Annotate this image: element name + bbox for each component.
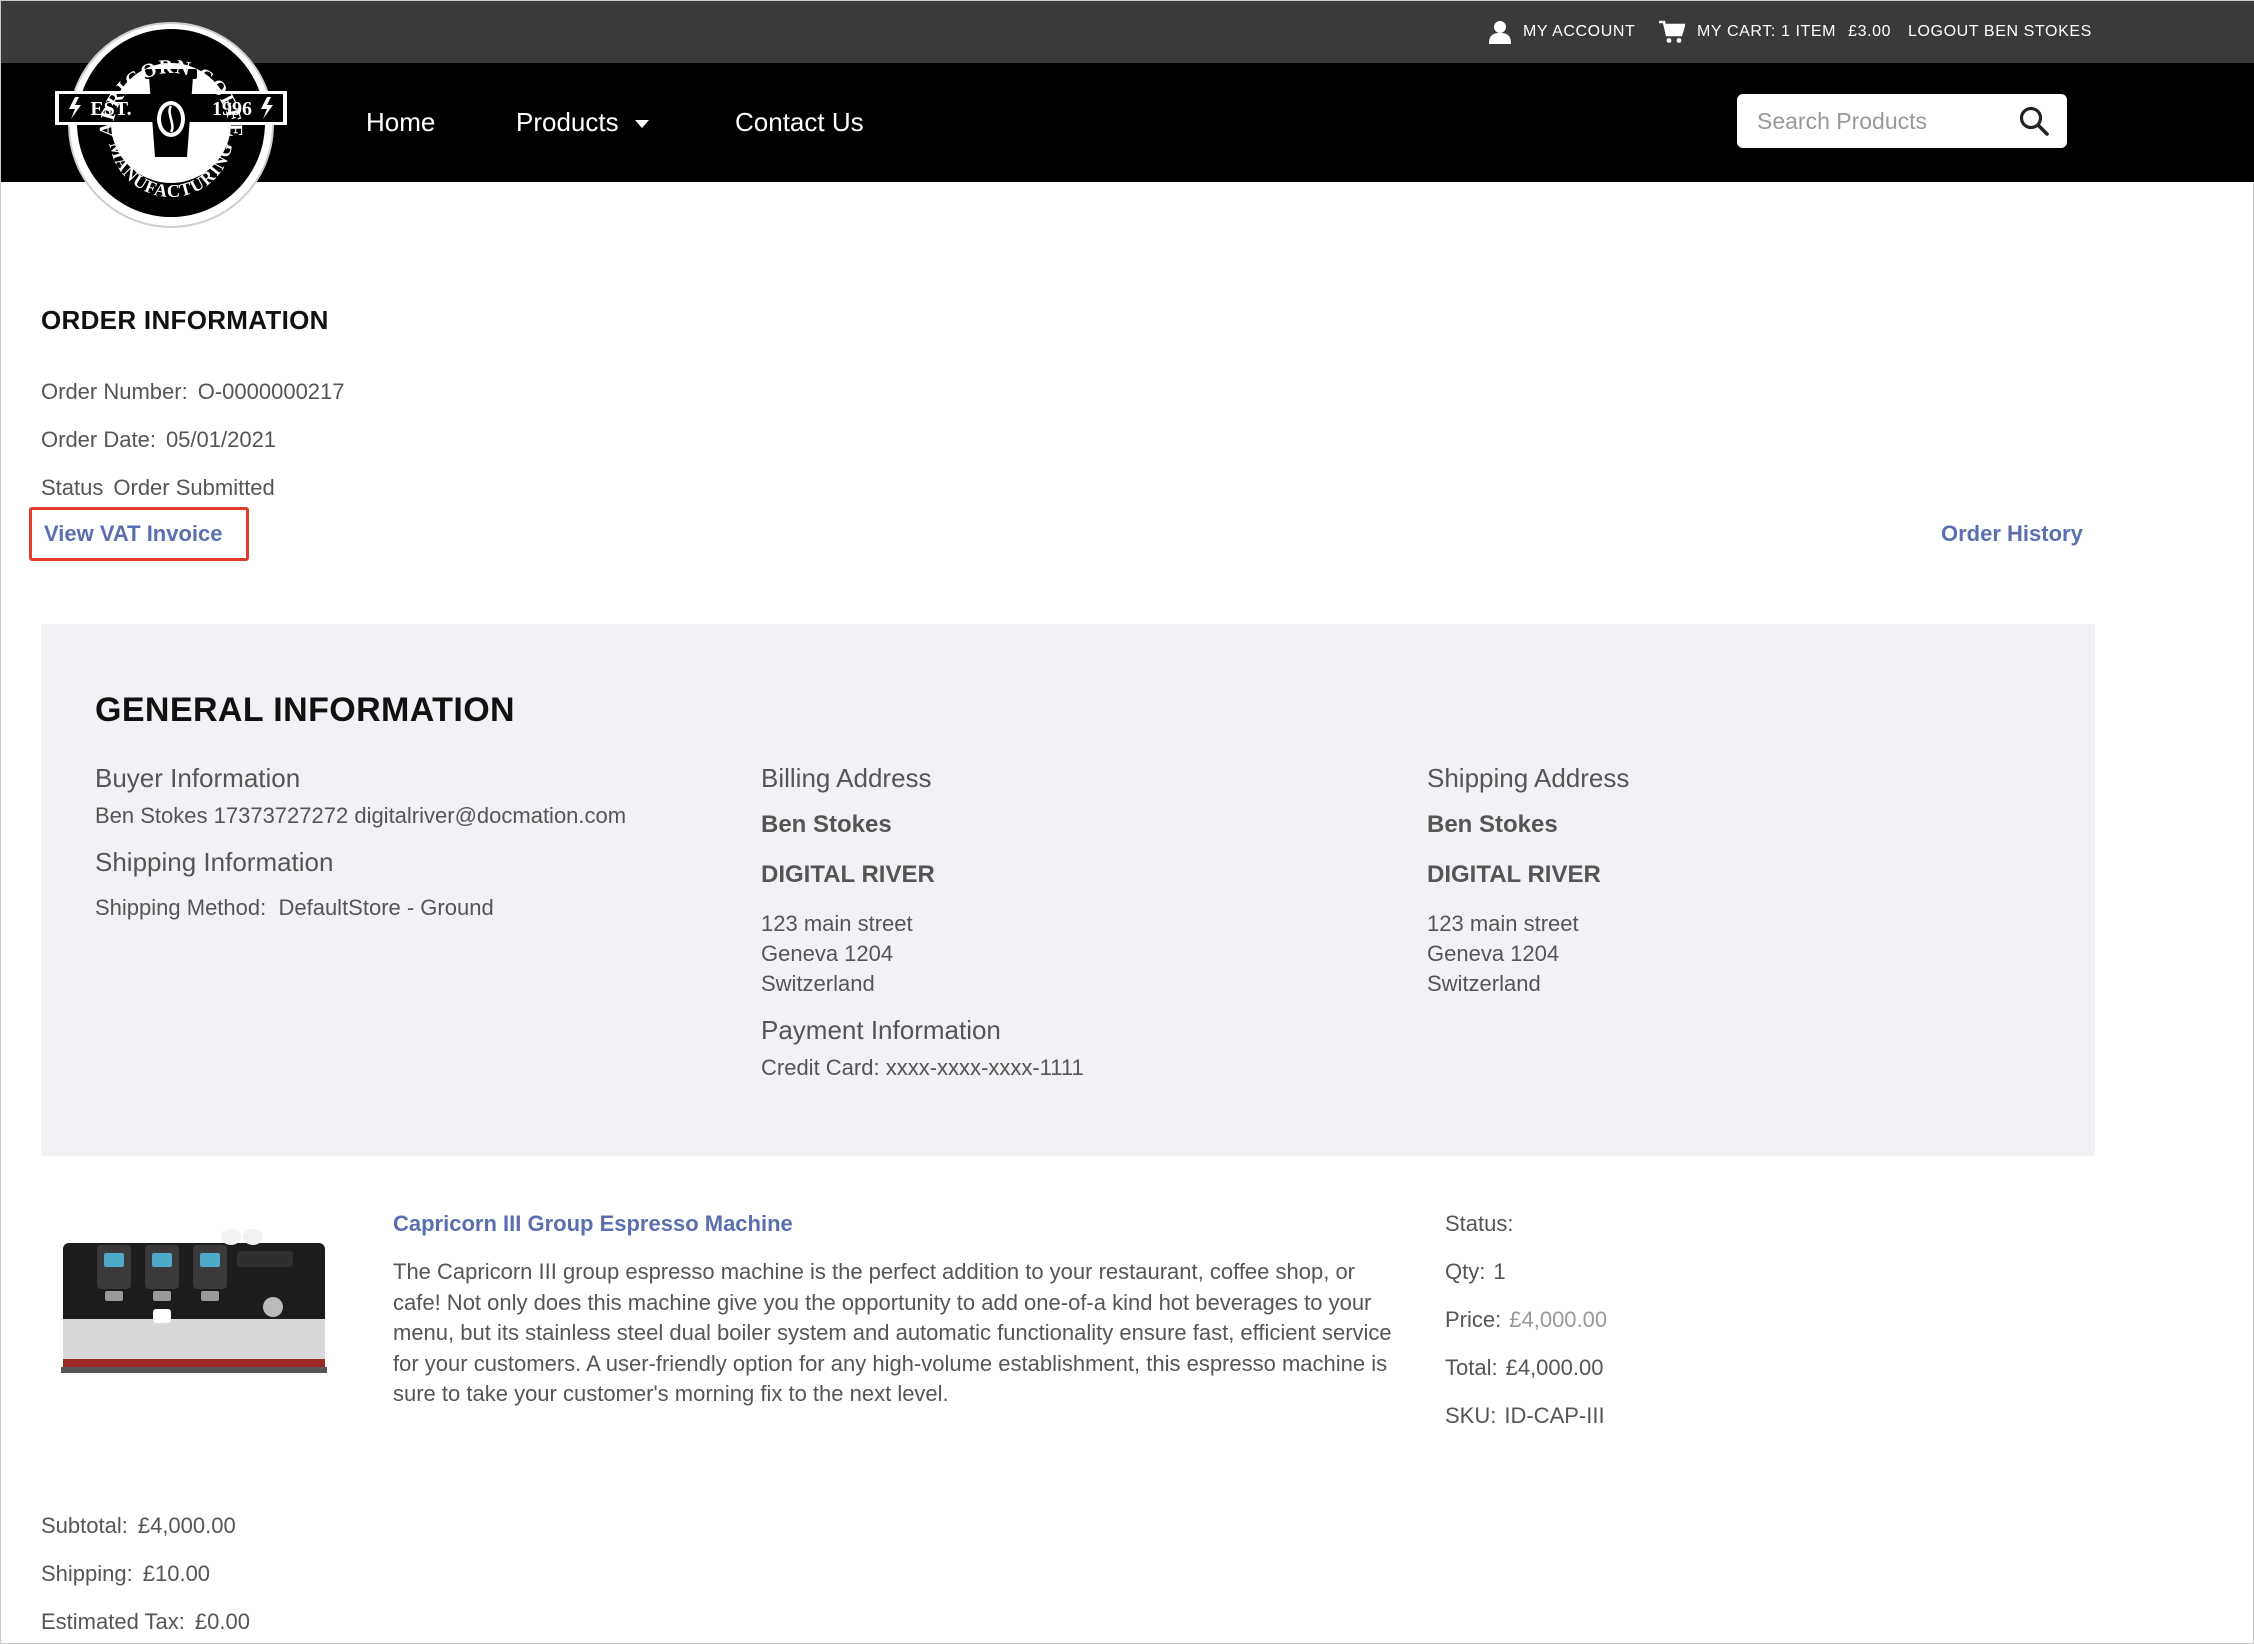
cart-label: MY CART: 1 ITEM — [1697, 23, 1837, 40]
search-icon[interactable] — [2019, 106, 2049, 136]
espresso-machine-image[interactable] — [41, 1209, 341, 1391]
payment-card: Credit Card: xxxx-xxxx-xxxx-1111 — [761, 1055, 1084, 1080]
capricorn-coffee-logo[interactable]: EST. 1996 CAPRICORN COFFEE MANUFACTURING — [39, 7, 303, 239]
order-history-link[interactable]: Order History — [1941, 521, 2083, 547]
shipping-company: DIGITAL RIVER — [1427, 861, 1601, 888]
logout-link[interactable]: LOGOUT BEN STOKES — [1908, 1, 2092, 63]
shipping-method: Shipping Method: DefaultStore - Ground — [95, 895, 494, 921]
product-total-label: Total: — [1445, 1355, 1498, 1380]
product-price-value: £4,000.00 — [1509, 1307, 1608, 1332]
product-description: The Capricorn III group espresso machine… — [393, 1259, 1392, 1406]
search-input[interactable] — [1757, 107, 2007, 135]
order-date-row: Order Date: 05/01/2021 — [41, 427, 276, 453]
estimated-tax-value: £0.00 — [194, 1609, 250, 1634]
billing-city: Geneva 1204 — [761, 941, 894, 966]
nav-home[interactable]: Home — [366, 63, 435, 182]
view-vat-invoice-link[interactable]: View VAT Invoice — [44, 521, 223, 547]
product-total-value: £4,000.00 — [1505, 1355, 1604, 1380]
order-number-value: O-0000000217 — [197, 379, 345, 404]
shipping-address-heading: Shipping Address — [1427, 763, 1630, 793]
product-sku-label: SKU: — [1445, 1403, 1497, 1428]
general-information-heading: GENERAL INFORMATION — [95, 691, 515, 729]
view-vat-invoice-highlight: View VAT Invoice — [29, 507, 249, 561]
subtotal-label: Subtotal: — [41, 1513, 128, 1538]
buyer-information-heading: Buyer Information — [95, 763, 301, 793]
shipping-city: Geneva 1204 — [1427, 941, 1560, 966]
product-total-row: Total: £4,000.00 — [1445, 1355, 1603, 1381]
order-number-label: Order Number: — [41, 379, 188, 404]
order-number-row: Order Number: O-0000000217 — [41, 379, 345, 405]
estimated-tax-row: Estimated Tax: £0.00 — [41, 1609, 250, 1635]
my-account-label: MY ACCOUNT — [1523, 23, 1636, 40]
product-sku-value: ID-CAP-III — [1504, 1403, 1605, 1428]
caret-down-icon — [634, 120, 649, 128]
my-account-link[interactable]: MY ACCOUNT — [1489, 1, 1635, 63]
order-status-value: Order Submitted — [113, 475, 275, 500]
billing-company: DIGITAL RIVER — [761, 861, 935, 888]
shipping-cost-value: £10.00 — [142, 1561, 211, 1586]
billing-address-heading: Billing Address — [761, 763, 932, 793]
buyer-details: Ben Stokes 17373727272 digitalriver@docm… — [95, 803, 627, 828]
cart-icon — [1659, 20, 1685, 43]
shipping-cost-row: Shipping: £10.00 — [41, 1561, 210, 1587]
shipping-method-value: DefaultStore - Ground — [278, 895, 494, 920]
billing-country: Switzerland — [761, 971, 875, 996]
nav-products[interactable]: Products — [516, 63, 649, 182]
shipping-country: Switzerland — [1427, 971, 1541, 996]
billing-name: Ben Stokes — [761, 811, 892, 838]
order-status-row: Status Order Submitted — [41, 475, 275, 501]
estimated-tax-label: Estimated Tax: — [41, 1609, 185, 1634]
shipping-street: 123 main street — [1427, 911, 1579, 936]
product-qty-row: Qty: 1 — [1445, 1259, 1506, 1285]
order-status-label: Status — [41, 475, 104, 500]
subtotal-value: £4,000.00 — [137, 1513, 236, 1538]
order-date-label: Order Date: — [41, 427, 156, 452]
order-date-value: 05/01/2021 — [165, 427, 277, 452]
my-cart-link[interactable]: MY CART: 1 ITEM £3.00 — [1659, 1, 1891, 63]
shipping-information-heading: Shipping Information — [95, 847, 334, 877]
nav-contact[interactable]: Contact Us — [735, 63, 864, 182]
payment-information-heading: Payment Information — [761, 1015, 1001, 1045]
nav-products-label: Products — [516, 107, 619, 137]
product-price-row: Price: £4,000.00 — [1445, 1307, 1607, 1333]
shipping-cost-label: Shipping: — [41, 1561, 133, 1586]
user-icon — [1489, 21, 1511, 44]
product-title-link[interactable]: Capricorn III Group Espresso Machine — [393, 1211, 793, 1237]
product-status-label: Status: — [1445, 1211, 1514, 1236]
product-price-label: Price: — [1445, 1307, 1502, 1332]
cart-total: £3.00 — [1848, 23, 1892, 40]
shipping-name: Ben Stokes — [1427, 811, 1558, 838]
search-box — [1737, 94, 2067, 148]
subtotal-row: Subtotal: £4,000.00 — [41, 1513, 236, 1539]
product-qty-value: 1 — [1493, 1259, 1506, 1284]
billing-street: 123 main street — [761, 911, 913, 936]
product-sku-row: SKU: ID-CAP-III — [1445, 1403, 1605, 1429]
product-status-row: Status: — [1445, 1211, 1513, 1237]
product-qty-label: Qty: — [1445, 1259, 1486, 1284]
logout-label: LOGOUT BEN STOKES — [1908, 23, 2092, 40]
order-information-heading: ORDER INFORMATION — [41, 305, 329, 335]
shipping-method-label: Shipping Method: — [95, 895, 267, 920]
